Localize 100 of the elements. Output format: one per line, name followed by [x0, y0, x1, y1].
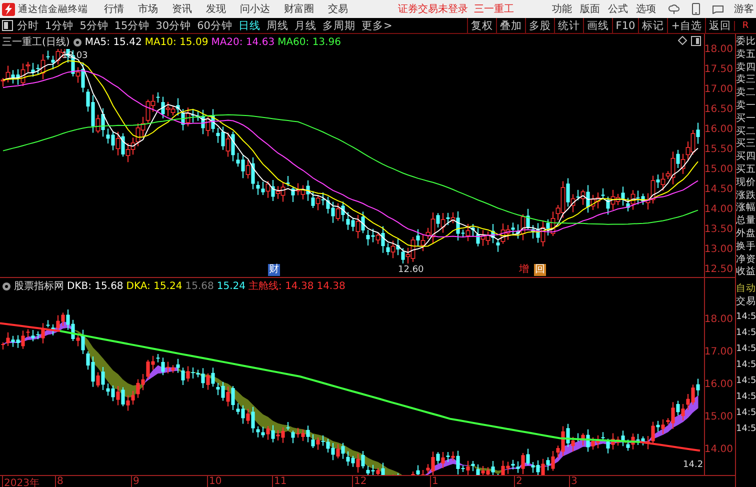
panel-toggle-icon[interactable] [691, 36, 701, 46]
quote-label: 卖四 [736, 62, 756, 74]
period-tab[interactable]: 周线 [266, 18, 288, 32]
indicator-value: 主舱线: 14.38 [248, 280, 314, 293]
menu-item[interactable]: 公式 [608, 2, 628, 16]
auto-mode-label[interactable]: 自动 [736, 283, 756, 296]
indicator-value: 15.24 [216, 280, 246, 292]
indicator-tick: 18.00 [704, 314, 733, 325]
price-tick: 13.50 [704, 224, 733, 235]
date-tick: 12 [352, 476, 367, 487]
user-name[interactable]: 游客 [734, 2, 754, 16]
menu-item[interactable]: 交易 [328, 2, 348, 16]
login-notice[interactable]: 证券交易未登录 [398, 2, 468, 16]
quote-label: 卖五 [736, 48, 756, 62]
price-tick: 13.00 [704, 244, 733, 255]
indicator-title: 股票指标网 [14, 279, 64, 293]
panel-toggle-icon[interactable] [2, 20, 13, 31]
trade-time: 14:5 [736, 422, 756, 436]
date-tick: 1 [430, 476, 438, 487]
date-tick: 9 [131, 476, 140, 487]
quote-label: 买二 [736, 126, 756, 138]
price-tick: 14.50 [704, 184, 733, 195]
trade-time: 14:5 [736, 374, 756, 388]
stock-name: 三一重工 [474, 2, 514, 16]
quote-label: 委比 [736, 36, 756, 49]
period-tab[interactable]: 日线 [238, 18, 260, 32]
trade-header: 交易 [736, 296, 756, 309]
message-icon[interactable] [712, 4, 724, 14]
date-tick: 8 [55, 476, 64, 487]
date-tick: 3 [569, 476, 578, 487]
quote-label: 卖三 [736, 74, 756, 87]
quote-label: 卖二 [736, 87, 756, 100]
period-tab[interactable]: 分时 [17, 18, 39, 32]
event-mark[interactable]: 财 [268, 264, 280, 276]
price-tick: 15.00 [704, 164, 733, 175]
trade-time: 14:5 [736, 390, 756, 404]
trade-time: 14:5 [736, 358, 756, 372]
date-tick: 10 [207, 476, 222, 487]
quote-label: 买三 [736, 138, 756, 152]
trade-time: 14:5 [736, 342, 756, 356]
panel-badge[interactable]: R [734, 20, 756, 30]
price-tick: 17.00 [704, 84, 733, 95]
trade-time: 14:5 [736, 406, 756, 420]
settings-icon[interactable] [2, 282, 11, 290]
menu-item[interactable]: 市场 [138, 2, 158, 16]
menu-item[interactable]: 版面 [580, 2, 600, 16]
quote-label: 收益 [736, 266, 756, 280]
indicator-tick: 15.00 [704, 412, 733, 422]
indicator-end-label: 14.2 [683, 460, 704, 470]
event-mark[interactable]: 增 [518, 264, 530, 276]
settings-icon[interactable] [72, 38, 82, 46]
quote-label: 卖一 [736, 100, 756, 113]
quote-label: 买四 [736, 151, 756, 164]
menu-item[interactable]: 行情 [104, 2, 124, 16]
price-tick: 18.00 [704, 44, 733, 55]
trade-time: 14:5 [736, 310, 756, 324]
chart-title: 三一重工(日线) [2, 35, 70, 49]
period-tab[interactable]: 多周期 [322, 18, 356, 32]
indicator-value: DKA: 15.24 [126, 280, 182, 292]
app-title: 通达信金融终端 [18, 2, 88, 16]
quote-label: 总量 [736, 215, 756, 228]
indicator-value: 15.68 [185, 280, 214, 292]
period-tab[interactable]: 5分钟 [80, 18, 108, 32]
quote-label: 涨幅 [736, 202, 756, 215]
period-tab[interactable]: 60分钟 [197, 18, 232, 32]
indicator-value: DKB: 15.68 [67, 280, 124, 292]
phone-icon[interactable] [692, 3, 700, 15]
quote-label: 净资 [736, 254, 756, 266]
price-tick: 17.50 [704, 64, 733, 75]
date-tick: 2 [514, 476, 522, 487]
indicator-value: MA60: 13.96 [278, 36, 341, 48]
menu-item[interactable]: 财富圈 [284, 2, 314, 16]
quote-label: 换手 [736, 240, 756, 254]
diamond-icon[interactable] [678, 36, 687, 45]
price-tick: 15.50 [704, 144, 733, 155]
menu-item[interactable]: 资讯 [172, 2, 192, 16]
cloud-icon[interactable] [668, 4, 680, 14]
indicator-tick: 16.00 [704, 379, 733, 390]
period-tab[interactable]: 15分钟 [114, 18, 150, 32]
indicator-tick: 17.00 [704, 346, 733, 358]
quote-label: 现价 [736, 176, 756, 190]
quote-label: 外盘 [736, 228, 756, 241]
quote-label: 买一 [736, 112, 756, 126]
trade-time: 14:5 [736, 326, 756, 340]
date-tick: 11 [272, 476, 287, 487]
menu-item[interactable]: 问小达 [240, 2, 270, 16]
period-tab[interactable]: 月线 [294, 18, 316, 32]
menu-item[interactable]: 发现 [206, 2, 226, 16]
quote-label: 涨跌 [736, 190, 756, 202]
period-tab[interactable]: 30分钟 [156, 18, 192, 32]
date-tick: 2023年 [2, 476, 40, 487]
price-tick: 16.50 [704, 104, 733, 115]
menu-item[interactable]: 选项 [636, 2, 656, 16]
app-logo-icon [2, 2, 15, 16]
quote-label: 买五 [736, 164, 756, 177]
menu-item[interactable]: 功能 [552, 2, 572, 16]
period-tab[interactable]: 更多> [362, 18, 392, 32]
period-tab[interactable]: 1分钟 [45, 18, 74, 32]
indicator-value: 14.38 [316, 280, 346, 292]
price-tick: 14.00 [704, 204, 733, 215]
